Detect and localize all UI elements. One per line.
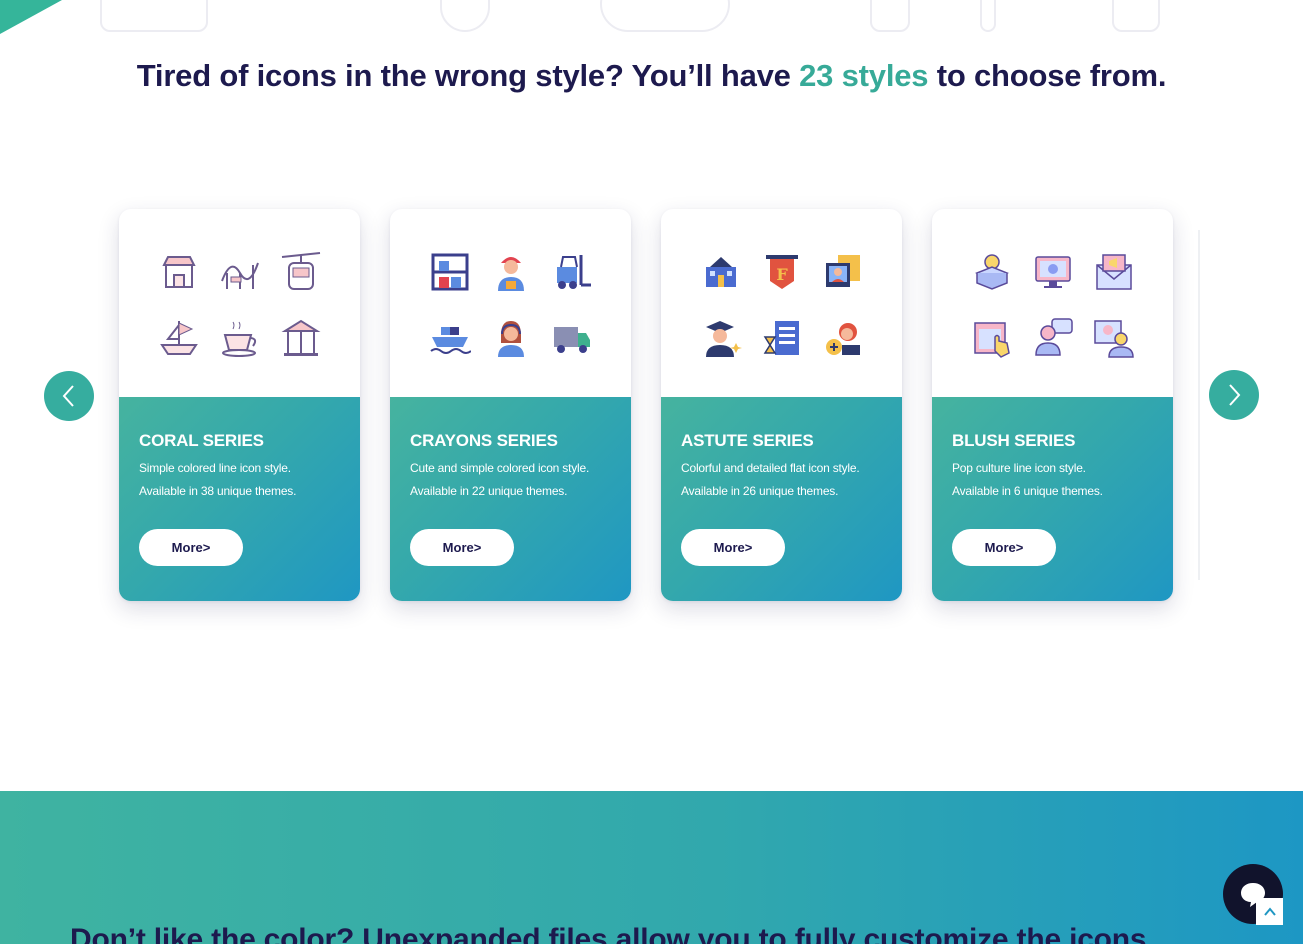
card-icon-grid xyxy=(932,209,1173,397)
card-icon-grid: F xyxy=(661,209,902,397)
card-style-line: Colorful and detailed flat icon style. xyxy=(681,461,860,475)
card-body: BLUSH SERIES Pop culture line icon style… xyxy=(932,397,1173,601)
idea-box-icon xyxy=(970,250,1014,294)
headline-text-end: to choose from. xyxy=(928,58,1167,93)
faded-icon xyxy=(440,0,490,32)
card-body: CRAYONS SERIES Cute and simple colored i… xyxy=(390,397,631,601)
card-description: Cute and simple colored icon style. Avai… xyxy=(410,457,611,503)
series-card-coral: CORAL SERIES Simple colored line icon st… xyxy=(119,209,360,601)
cable-car-icon xyxy=(279,250,323,294)
more-button[interactable]: More> xyxy=(410,529,514,566)
card-icon-grid xyxy=(390,209,631,397)
user-chat-icon xyxy=(1031,316,1075,360)
card-title: ASTUTE SERIES xyxy=(681,431,814,450)
card-style-line: Cute and simple colored icon style. xyxy=(410,461,590,475)
chevron-left-icon xyxy=(62,385,74,407)
pirate-ship-icon xyxy=(157,316,201,360)
faded-icon xyxy=(600,0,730,32)
delivery-worker-icon xyxy=(489,250,533,294)
customize-section-band xyxy=(0,791,1303,944)
warehouse-shelf-icon xyxy=(428,250,472,294)
video-call-icon xyxy=(1092,316,1136,360)
delivery-truck-icon xyxy=(550,316,594,360)
series-carousel: CORAL SERIES Simple colored line icon st… xyxy=(0,200,1303,620)
card-title: BLUSH SERIES xyxy=(952,431,1076,450)
roller-coaster-icon xyxy=(218,250,262,294)
card-title: CRAYONS SERIES xyxy=(410,431,558,450)
card-description: Pop culture line icon style. Available i… xyxy=(952,457,1153,503)
carousel-next-button[interactable] xyxy=(1209,370,1259,420)
section-headline: Tired of icons in the wrong style? You’l… xyxy=(0,58,1303,94)
svg-text:F: F xyxy=(776,265,788,284)
more-button[interactable]: More> xyxy=(952,529,1056,566)
card-body: CORAL SERIES Simple colored line icon st… xyxy=(119,397,360,601)
series-card-astute: F ASTUTE SERIES Colorful and detailed fl… xyxy=(661,209,902,601)
graduate-icon xyxy=(699,316,743,360)
arrow-up-icon xyxy=(1263,906,1276,916)
faded-icon xyxy=(870,0,910,32)
more-button[interactable]: More> xyxy=(139,529,243,566)
card-icon-grid xyxy=(119,209,360,397)
series-card-blush: BLUSH SERIES Pop culture line icon style… xyxy=(932,209,1173,601)
carousel-icon xyxy=(279,316,323,360)
card-style-line: Simple colored line icon style. xyxy=(139,461,291,475)
card-themes-line: Available in 38 unique themes. xyxy=(139,484,297,498)
online-lesson-icon xyxy=(821,250,865,294)
card-title: CORAL SERIES xyxy=(139,431,264,450)
touch-screen-icon xyxy=(970,316,1014,360)
forklift-icon xyxy=(550,250,594,294)
email-megaphone-icon xyxy=(1092,250,1136,294)
cargo-ship-icon xyxy=(428,316,472,360)
shop-icon xyxy=(157,250,201,294)
pennant-f-icon: F xyxy=(760,250,804,294)
previous-section-icon-strip xyxy=(0,0,1303,34)
scroll-to-top-button[interactable] xyxy=(1256,898,1283,925)
faded-icon xyxy=(1112,0,1160,32)
card-style-line: Pop culture line icon style. xyxy=(952,461,1086,475)
student-idea-icon xyxy=(821,316,865,360)
teacup-ride-icon xyxy=(218,316,262,360)
support-agent-icon xyxy=(489,316,533,360)
card-description: Colorful and detailed flat icon style. A… xyxy=(681,457,882,503)
faded-icon xyxy=(100,0,208,32)
card-body: ASTUTE SERIES Colorful and detailed flat… xyxy=(661,397,902,601)
next-card-edge xyxy=(1198,230,1204,580)
customize-section-heading: Don’t like the color? Unexpanded files a… xyxy=(70,923,1155,944)
school-building-icon xyxy=(699,250,743,294)
headline-text: Tired of icons in the wrong style? You’l… xyxy=(136,58,800,93)
monitor-settings-icon xyxy=(1031,250,1075,294)
faded-icon xyxy=(980,0,996,32)
more-button[interactable]: More> xyxy=(681,529,785,566)
card-themes-line: Available in 26 unique themes. xyxy=(681,484,839,498)
hourglass-checklist-icon xyxy=(760,316,804,360)
card-description: Simple colored line icon style. Availabl… xyxy=(139,457,340,503)
card-themes-line: Available in 6 unique themes. xyxy=(952,484,1103,498)
chevron-right-icon xyxy=(1229,384,1241,406)
card-themes-line: Available in 22 unique themes. xyxy=(410,484,568,498)
carousel-prev-button[interactable] xyxy=(44,371,94,421)
series-card-crayons: CRAYONS SERIES Cute and simple colored i… xyxy=(390,209,631,601)
headline-accent: 23 styles xyxy=(799,58,929,93)
